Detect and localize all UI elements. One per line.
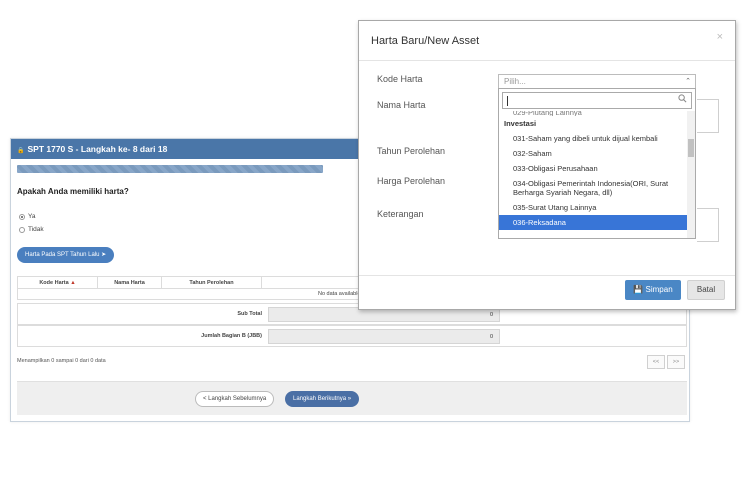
jumlah-label: Jumlah Bagian B (JBB) [201, 333, 262, 339]
info-icon: ➤ [101, 252, 107, 258]
radio-no[interactable]: Tidak [19, 226, 44, 233]
table-info: Menampilkan 0 sampai 0 dari 0 data [17, 358, 106, 364]
step-progress-bar [17, 165, 323, 173]
cancel-button[interactable]: Batal [687, 280, 725, 300]
option-035[interactable]: 035-Surat Utang Lainnya [499, 200, 687, 215]
radio-no-dot[interactable] [19, 226, 25, 233]
lock-icon: 🔒 [17, 148, 25, 154]
column-header-nama[interactable]: Nama Harta [97, 276, 162, 289]
radio-yes-label: Ya [28, 213, 36, 220]
save-label: Simpan [645, 285, 673, 294]
select-placeholder: Pilih... [504, 77, 526, 86]
option-group-investasi: Investasi [504, 119, 537, 128]
label-nama-harta: Nama Harta [377, 100, 426, 110]
modal-title: Harta Baru/New Asset [371, 35, 480, 47]
option-032[interactable]: 032-Saham [499, 146, 687, 161]
save-button[interactable]: 💾 Simpan [625, 280, 681, 300]
keterangan-textarea[interactable] [697, 208, 719, 242]
prev-year-assets-button[interactable]: Harta Pada SPT Tahun Lalu ➤ [17, 247, 115, 263]
dropdown-search-input[interactable] [502, 92, 692, 109]
option-031[interactable]: 031-Saham yang dibeli untuk dijual kemba… [499, 131, 687, 146]
dropdown-scrollbar[interactable] [687, 111, 695, 238]
label-harga-perolehan: Harga Perolehan [377, 176, 446, 186]
search-icon [678, 94, 687, 103]
pager-next-button[interactable]: >> [667, 355, 685, 369]
modal-header-divider [359, 60, 735, 61]
modal-footer-divider [359, 275, 735, 276]
option-033[interactable]: 033-Obligasi Perusahaan [499, 161, 687, 176]
step-footer: < Langkah Sebelumnya Langkah Berikutnya … [17, 381, 687, 415]
pager-prev-button[interactable]: << [647, 355, 665, 369]
sort-icon[interactable]: ▲ [70, 280, 75, 286]
next-step-button[interactable]: Langkah Berikutnya » [285, 391, 360, 407]
label-tahun-perolehan: Tahun Perolehan [377, 146, 446, 156]
kode-harta-dropdown: 029-Piutang Lainnya Investasi 031-Saham … [498, 88, 696, 239]
prev-year-assets-label: Harta Pada SPT Tahun Lalu [25, 252, 100, 258]
label-keterangan: Keterangan [377, 209, 424, 219]
chevron-up-icon: ⌃ [685, 78, 691, 85]
dropdown-options: 029-Piutang Lainnya Investasi 031-Saham … [499, 111, 687, 230]
column-header-kode[interactable]: Kode Harta ▲ [17, 276, 98, 289]
nama-harta-textarea[interactable] [697, 99, 719, 133]
close-icon[interactable]: × [717, 31, 723, 43]
column-header-tahun[interactable]: Tahun Perolehan [161, 276, 262, 289]
new-asset-modal: Harta Baru/New Asset × Kode Harta Nama H… [358, 20, 736, 310]
panel-title: SPT 1770 S - Langkah ke- 8 dari 18 [27, 144, 168, 154]
radio-yes[interactable]: Ya [19, 213, 35, 220]
scrollbar-thumb[interactable] [688, 139, 694, 157]
jumlah-row: Jumlah Bagian B (JBB) 0 [17, 325, 687, 347]
kode-harta-select[interactable]: Pilih... ⌃ [498, 74, 696, 89]
option-036-selected[interactable]: 036-Reksadana [499, 215, 687, 230]
subtotal-label: Sub Total [237, 311, 262, 317]
question-text: Apakah Anda memiliki harta? [17, 187, 129, 196]
previous-step-button[interactable]: < Langkah Sebelumnya [195, 391, 275, 407]
jumlah-value: 0 [268, 329, 500, 344]
option-034[interactable]: 034-Obligasi Pemerintah Indonesia(ORI, S… [499, 176, 687, 200]
label-kode-harta: Kode Harta [377, 74, 423, 84]
save-icon: 💾 [633, 285, 644, 294]
text-cursor [507, 96, 508, 106]
radio-no-label: Tidak [28, 226, 44, 233]
radio-yes-dot[interactable] [19, 213, 25, 220]
